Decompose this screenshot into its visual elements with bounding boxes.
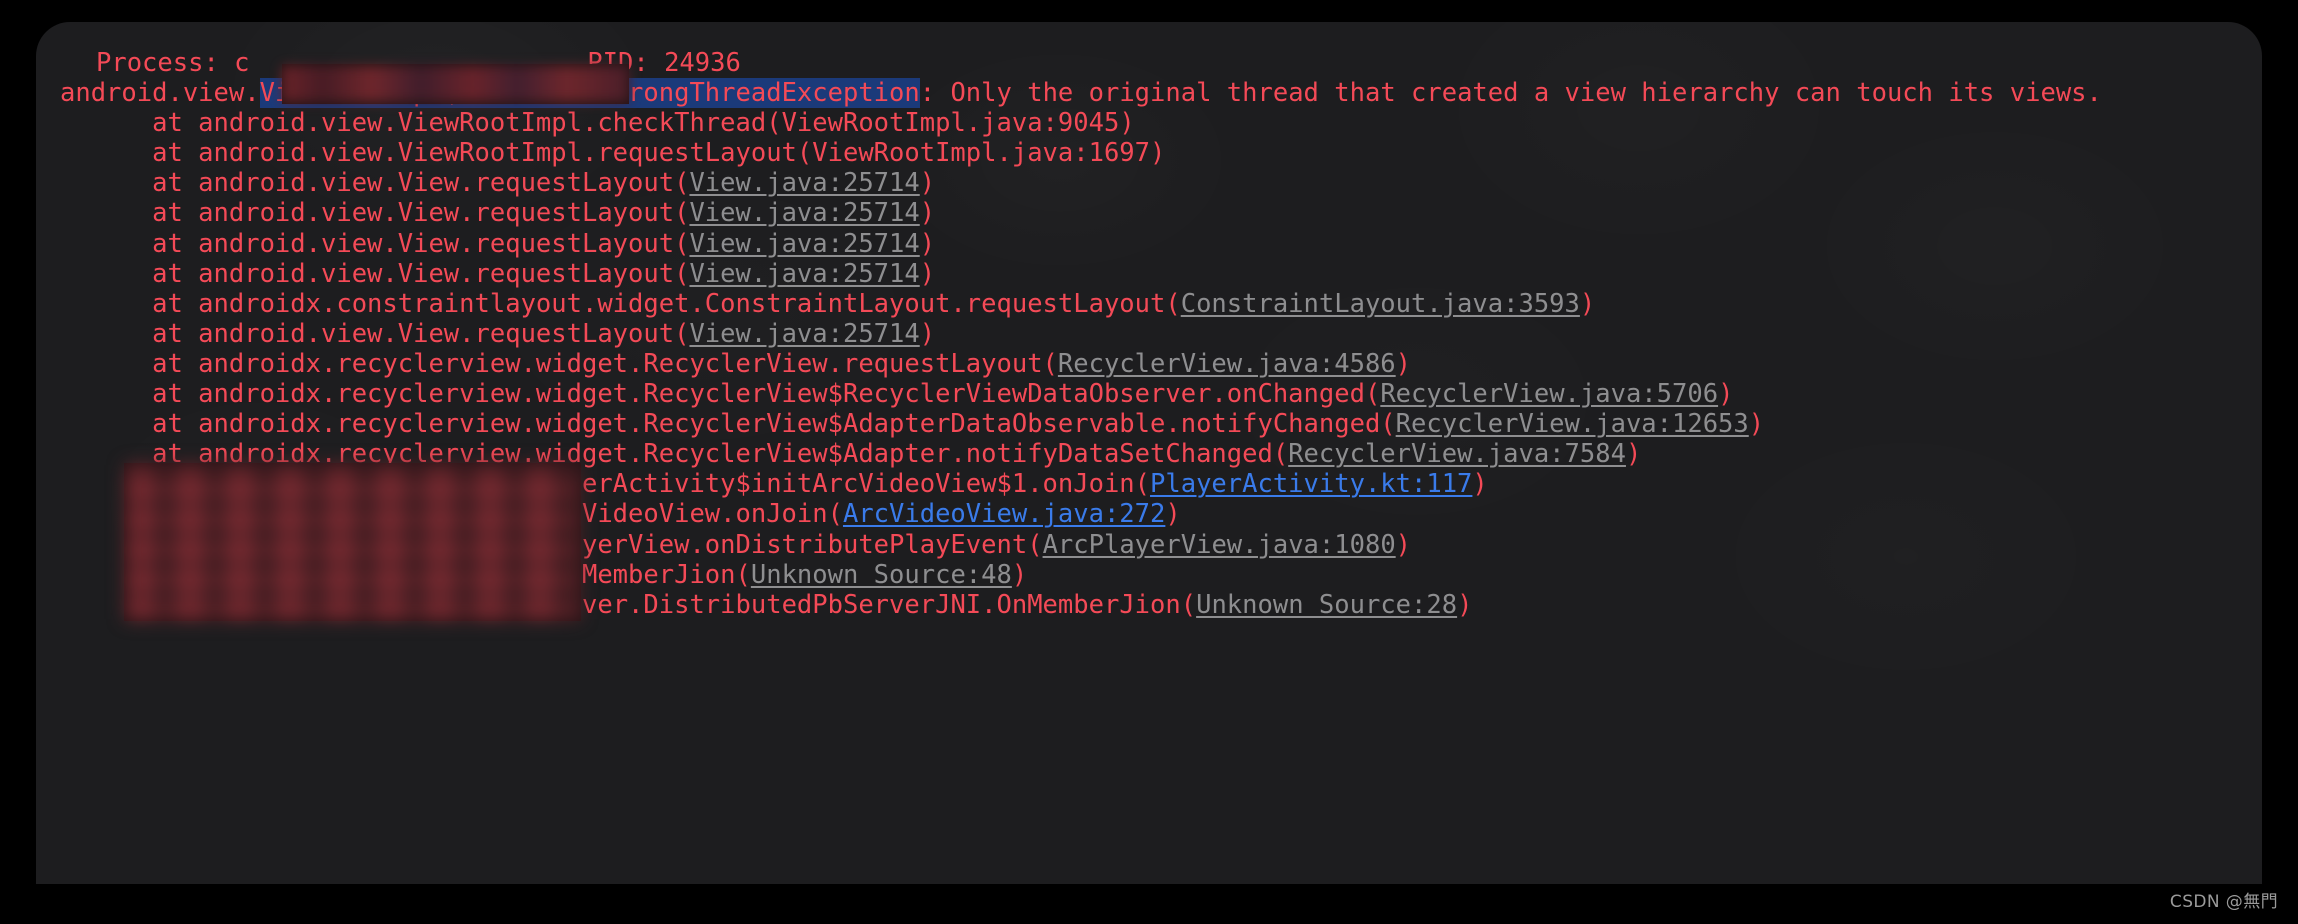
frame-at-keyword: at	[60, 108, 199, 139]
stack-frame-line[interactable]: at androidx.recyclerview.widget.Recycler…	[36, 349, 2262, 379]
csdn-watermark: CSDN @無門	[2169, 892, 2278, 912]
frame-source-reference[interactable]: RecyclerView.java:12653	[1396, 409, 1749, 439]
frame-source-reference: ViewRootImpl.java:9045	[781, 108, 1120, 139]
frame-source-reference[interactable]: PlayerActivity.kt:117	[1150, 469, 1472, 499]
frame-source-reference[interactable]: View.java:25714	[689, 229, 919, 259]
frame-call-signature: android.view.ViewRootImpl.requestLayout(	[198, 138, 813, 169]
frame-call-signature: PlayerView.onDistributePlayEvent(	[535, 529, 1043, 560]
package-names-redaction-blur	[126, 465, 579, 619]
frame-at-keyword: at	[60, 348, 199, 379]
frame-at-keyword: at	[60, 228, 199, 259]
frame-call-signature: lpbserver.DistributedPbServerJNI.OnMembe…	[489, 589, 1197, 620]
frame-at-keyword: at	[60, 379, 199, 410]
frame-at-keyword: at	[60, 409, 199, 440]
frame-call-signature: android.view.View.requestLayout(	[198, 198, 690, 229]
frame-close-paren: )	[919, 258, 936, 289]
stack-frame-line[interactable]: at android.view.View.requestLayout(View.…	[36, 168, 2262, 198]
stack-frame-line[interactable]: at android.view.View.requestLayout(View.…	[36, 259, 2262, 289]
frame-call-signature: androidx.recyclerview.widget.RecyclerVie…	[198, 348, 1058, 379]
stack-frame-line[interactable]: at android.view.View.requestLayout(View.…	[36, 229, 2262, 259]
frame-call-signature: android.view.View.requestLayout(	[198, 228, 690, 259]
frame-at-keyword: at	[60, 168, 199, 199]
frame-source-reference[interactable]: RecyclerView.java:4586	[1058, 349, 1396, 379]
frame-at-keyword: at	[60, 198, 199, 229]
screenshot-root: Process: c PID: 24936android.view.ViewRo…	[0, 0, 2298, 924]
frame-source-reference[interactable]: RecyclerView.java:7584	[1288, 439, 1626, 469]
stack-frame-line[interactable]: at androidx.recyclerview.widget.Recycler…	[36, 409, 2262, 439]
frame-call-signature: layerActivity$initArcVideoView$1.onJoin(	[535, 469, 1151, 500]
stack-frame-line[interactable]: at android.view.ViewRootImpl.checkThread…	[36, 108, 2262, 138]
frame-call-signature: ArcVideoView.onJoin(	[535, 499, 843, 530]
frame-close-paren: )	[1472, 469, 1488, 500]
frame-at-keyword: at	[60, 318, 199, 349]
frame-close-paren: )	[919, 318, 936, 349]
logcat-console-panel[interactable]: Process: c PID: 24936android.view.ViewRo…	[36, 22, 2262, 884]
frame-source-reference[interactable]: Unknown Source:48	[751, 560, 1012, 590]
frame-at-keyword: at	[60, 288, 199, 319]
frame-call-signature: androidx.constraintlayout.widget.Constra…	[198, 288, 1181, 319]
frame-source-reference: ViewRootImpl.java:1697	[812, 138, 1151, 169]
frame-source-reference[interactable]: View.java:25714	[689, 168, 919, 198]
stack-frame-line[interactable]: at androidx.recyclerview.widget.Recycler…	[36, 379, 2262, 409]
stack-frame-line[interactable]: at android.view.View.requestLayout(View.…	[36, 198, 2262, 228]
exception-package-prefix: android.view.	[60, 78, 260, 109]
frame-call-signature: android.view.View.requestLayout(	[198, 318, 690, 349]
stack-frame-line[interactable]: at android.view.View.requestLayout(View.…	[36, 319, 2262, 349]
stack-frame-line[interactable]: at androidx.constraintlayout.widget.Cons…	[36, 289, 2262, 319]
frame-close-paren: )	[1748, 409, 1765, 440]
frame-source-reference[interactable]: View.java:25714	[689, 319, 919, 349]
frame-source-reference[interactable]: View.java:25714	[689, 259, 919, 289]
frame-close-paren: )	[1625, 439, 1642, 470]
frame-source-reference[interactable]: View.java:25714	[689, 198, 919, 228]
frame-close-paren: )	[1165, 499, 1181, 530]
frame-call-signature: androidx.recyclerview.widget.RecyclerVie…	[198, 409, 1396, 440]
frame-call-signature: android.view.View.requestLayout(	[198, 258, 690, 289]
frame-at-keyword: at	[60, 258, 199, 289]
frame-close-paren: )	[1011, 559, 1028, 590]
frame-source-reference[interactable]: ArcPlayerView.java:1080	[1043, 530, 1396, 560]
process-name-redaction-blur	[282, 66, 629, 102]
frame-call-signature: android.view.View.requestLayout(	[198, 168, 690, 199]
process-label: Process:	[96, 48, 235, 78]
frame-call-signature: android.view.ViewRootImpl.checkThread(	[198, 108, 782, 139]
frame-close-paren: )	[1579, 288, 1596, 319]
frame-close-paren: )	[1718, 379, 1734, 410]
stack-frame-line[interactable]: at android.view.ViewRootImpl.requestLayo…	[36, 138, 2262, 168]
process-name-value: c	[234, 48, 250, 78]
frame-source-reference[interactable]: ArcVideoView.java:272	[843, 499, 1165, 529]
frame-close-paren: )	[919, 168, 936, 199]
frame-close-paren: )	[1395, 348, 1412, 379]
frame-source-reference[interactable]: Unknown Source:28	[1196, 590, 1457, 620]
frame-at-keyword: at	[60, 138, 199, 169]
frame-source-reference[interactable]: ConstraintLayout.java:3593	[1181, 289, 1580, 319]
frame-source-reference[interactable]: RecyclerView.java:5706	[1380, 379, 1718, 409]
frame-close-paren: )	[1150, 138, 1166, 169]
frame-close-paren: )	[919, 228, 936, 259]
frame-close-paren: )	[1457, 589, 1473, 620]
frame-close-paren: )	[1395, 529, 1412, 560]
pid-value: 24936	[664, 48, 741, 78]
frame-call-signature: androidx.recyclerview.widget.RecyclerVie…	[198, 379, 1381, 410]
exception-message: : Only the original thread that created …	[919, 78, 2102, 109]
frame-close-paren: )	[1119, 108, 1135, 139]
frame-close-paren: )	[919, 198, 936, 229]
